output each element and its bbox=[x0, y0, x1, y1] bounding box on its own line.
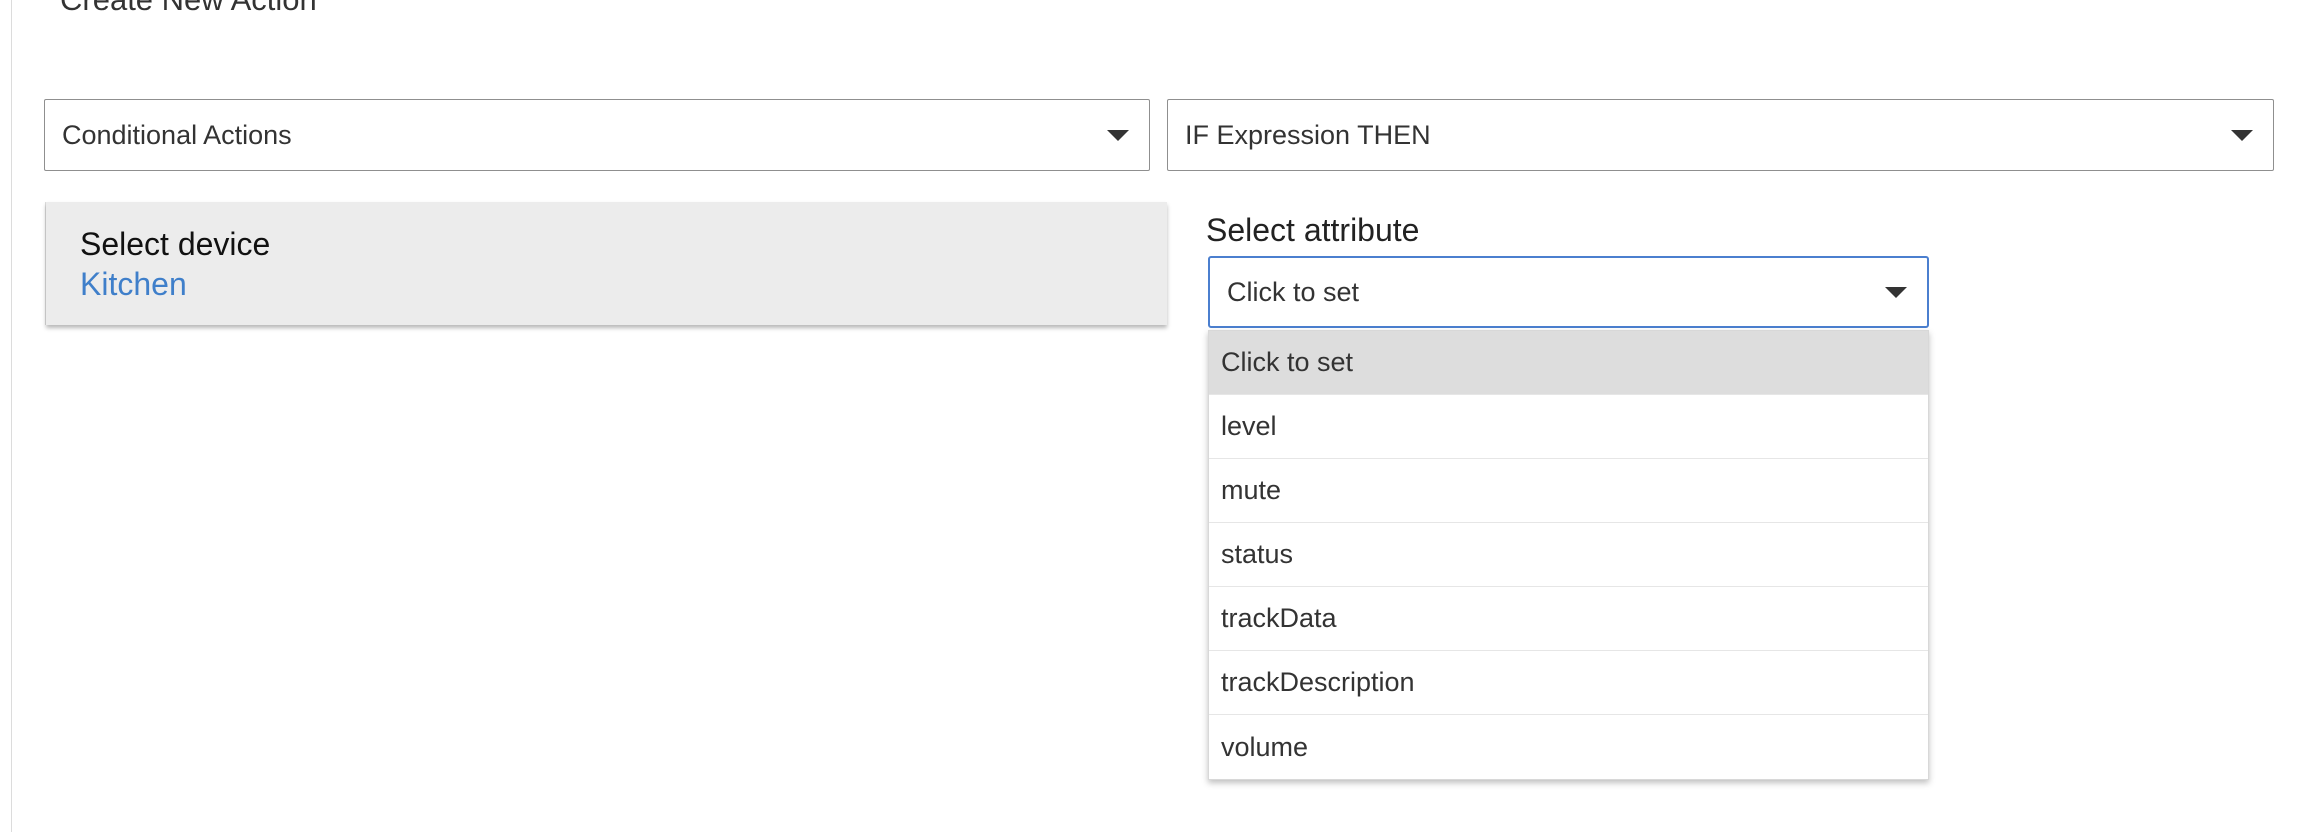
action-type-select[interactable]: Conditional Actions bbox=[44, 99, 1150, 171]
attribute-option[interactable]: volume bbox=[1209, 715, 1928, 779]
section-title: Create New Action bbox=[60, 0, 317, 18]
attribute-option[interactable]: trackDescription bbox=[1209, 651, 1928, 715]
select-device-button[interactable]: Select device Kitchen bbox=[46, 202, 1167, 325]
caret-down-icon bbox=[1885, 287, 1907, 298]
attribute-options-list: Click to set level mute status trackData trac… bbox=[1208, 330, 1929, 780]
attribute-option[interactable]: trackData bbox=[1209, 587, 1928, 651]
attribute-option[interactable]: status bbox=[1209, 523, 1928, 587]
caret-down-icon bbox=[2231, 130, 2253, 141]
attribute-option[interactable]: Click to set bbox=[1209, 331, 1928, 395]
attribute-value: Click to set bbox=[1227, 276, 1360, 307]
left-border bbox=[0, 0, 12, 832]
action-select[interactable]: IF Expression THEN bbox=[1167, 99, 2274, 171]
page: Create New Action Conditional Actions IF… bbox=[0, 0, 2320, 832]
selected-device-value[interactable]: Kitchen bbox=[80, 264, 1167, 304]
select-device-label: Select device bbox=[80, 226, 271, 262]
select-attribute-label: Select attribute bbox=[1206, 212, 1420, 248]
attribute-select[interactable]: Click to set bbox=[1208, 256, 1929, 328]
attribute-option[interactable]: mute bbox=[1209, 459, 1928, 523]
action-value: IF Expression THEN bbox=[1185, 119, 1431, 150]
caret-down-icon bbox=[1107, 130, 1129, 141]
attribute-option[interactable]: level bbox=[1209, 395, 1928, 459]
action-type-value: Conditional Actions bbox=[62, 119, 292, 150]
